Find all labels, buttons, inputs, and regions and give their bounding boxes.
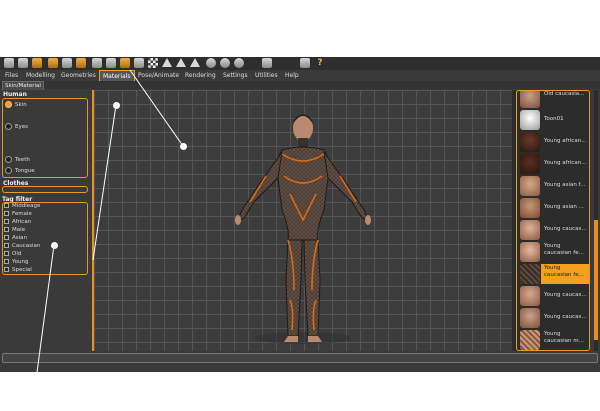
- annotation-lines: [35, 69, 184, 381]
